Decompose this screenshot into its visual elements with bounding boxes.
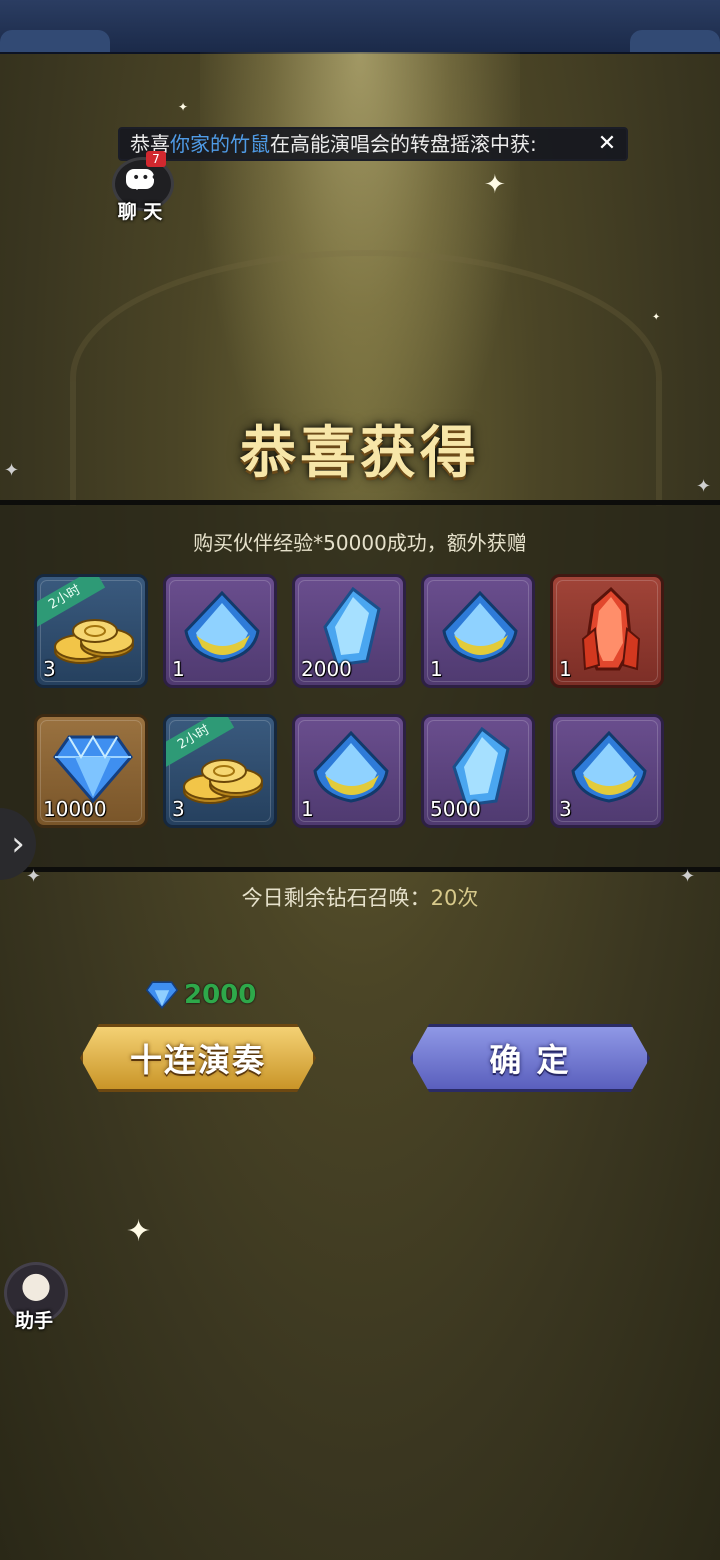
diamond-icon: [53, 735, 133, 803]
reward-item-blue-shield[interactable]: 1: [292, 714, 406, 828]
remaining-value: 20次: [430, 886, 479, 910]
blue-shield-gem-icon: [184, 591, 260, 663]
diamond-icon: [146, 981, 178, 1009]
reward-item-blue-crystal[interactable]: 5000: [421, 714, 535, 828]
reward-item-coins[interactable]: 2小时 3: [163, 714, 277, 828]
cloud-decoration: [0, 30, 110, 52]
reward-subtitle: 购买伙伴经验*50000成功，额外获赠: [193, 531, 527, 555]
reward-item-blue-shield[interactable]: 1: [163, 574, 277, 688]
blue-shield-gem-icon: [442, 591, 518, 663]
reward-item-diamond[interactable]: 10000: [34, 714, 148, 828]
reward-item-blue-shield[interactable]: 3: [550, 714, 664, 828]
close-icon[interactable]: ✕: [594, 129, 620, 159]
reward-item-red-crystal[interactable]: 1: [550, 574, 664, 688]
announcement-text: 恭喜你家的竹鼠在高能演唱会的转盘摇滚中获:: [120, 129, 537, 159]
helper-button[interactable]: 助手: [2, 1262, 68, 1332]
remaining-label: 今日剩余钻石召唤：: [241, 886, 431, 910]
item-count: 1: [172, 657, 185, 681]
sparkle-icon: ✦: [484, 170, 506, 200]
sparkle-icon: ✦: [652, 312, 661, 323]
sparkle-icon: ✦: [178, 100, 189, 114]
helper-label: 助手: [14, 1310, 53, 1332]
item-count: 2000: [301, 657, 352, 681]
announcement-suffix: 在高能演唱会的转盘摇滚中获:: [270, 132, 537, 156]
reward-item-coins[interactable]: 2小时 3: [34, 574, 148, 688]
sparkle-icon: ✦: [126, 1214, 152, 1249]
reward-item-blue-shield[interactable]: 1: [421, 574, 535, 688]
chat-label: 聊 天: [117, 201, 163, 223]
remaining-summons: 今日剩余钻石召唤：20次: [0, 882, 720, 912]
reward-item-blue-crystal[interactable]: 2000: [292, 574, 406, 688]
chat-badge: 7: [146, 151, 166, 167]
coins-icon: [54, 619, 134, 664]
cost-amount: 2000: [184, 980, 257, 1010]
blue-crystal-icon: [323, 587, 381, 667]
coins-icon: [183, 759, 263, 804]
top-bar: [0, 0, 720, 54]
cloud-decoration: [630, 30, 720, 52]
corner-ornament-icon: ✦: [4, 460, 20, 481]
item-count: 1: [559, 657, 572, 681]
ten-pull-cost: 2000: [146, 979, 256, 1011]
blue-shield-gem-icon: [571, 731, 647, 803]
red-crystal-icon: [581, 586, 641, 671]
chat-dots: •••: [132, 170, 160, 186]
blue-crystal-icon: [452, 727, 510, 807]
ten-pull-button[interactable]: 十连演奏: [80, 1024, 316, 1092]
item-count: 3: [172, 797, 185, 821]
announcement-player: 你家的竹鼠: [170, 132, 270, 156]
item-count: 1: [301, 797, 314, 821]
item-count: 5000: [430, 797, 481, 821]
blue-shield-gem-icon: [313, 731, 389, 803]
chat-button[interactable]: ••• 7 聊 天: [108, 151, 174, 223]
corner-ornament-icon: ✦: [696, 476, 712, 497]
item-count: 3: [43, 657, 56, 681]
reward-title: 恭喜获得: [240, 420, 480, 486]
item-count: 1: [430, 657, 443, 681]
item-count: 10000: [43, 797, 107, 821]
announcement-banner: 恭喜你家的竹鼠在高能演唱会的转盘摇滚中获: ✕: [118, 127, 628, 161]
item-count: 3: [559, 797, 572, 821]
confirm-button[interactable]: 确 定: [410, 1024, 650, 1092]
